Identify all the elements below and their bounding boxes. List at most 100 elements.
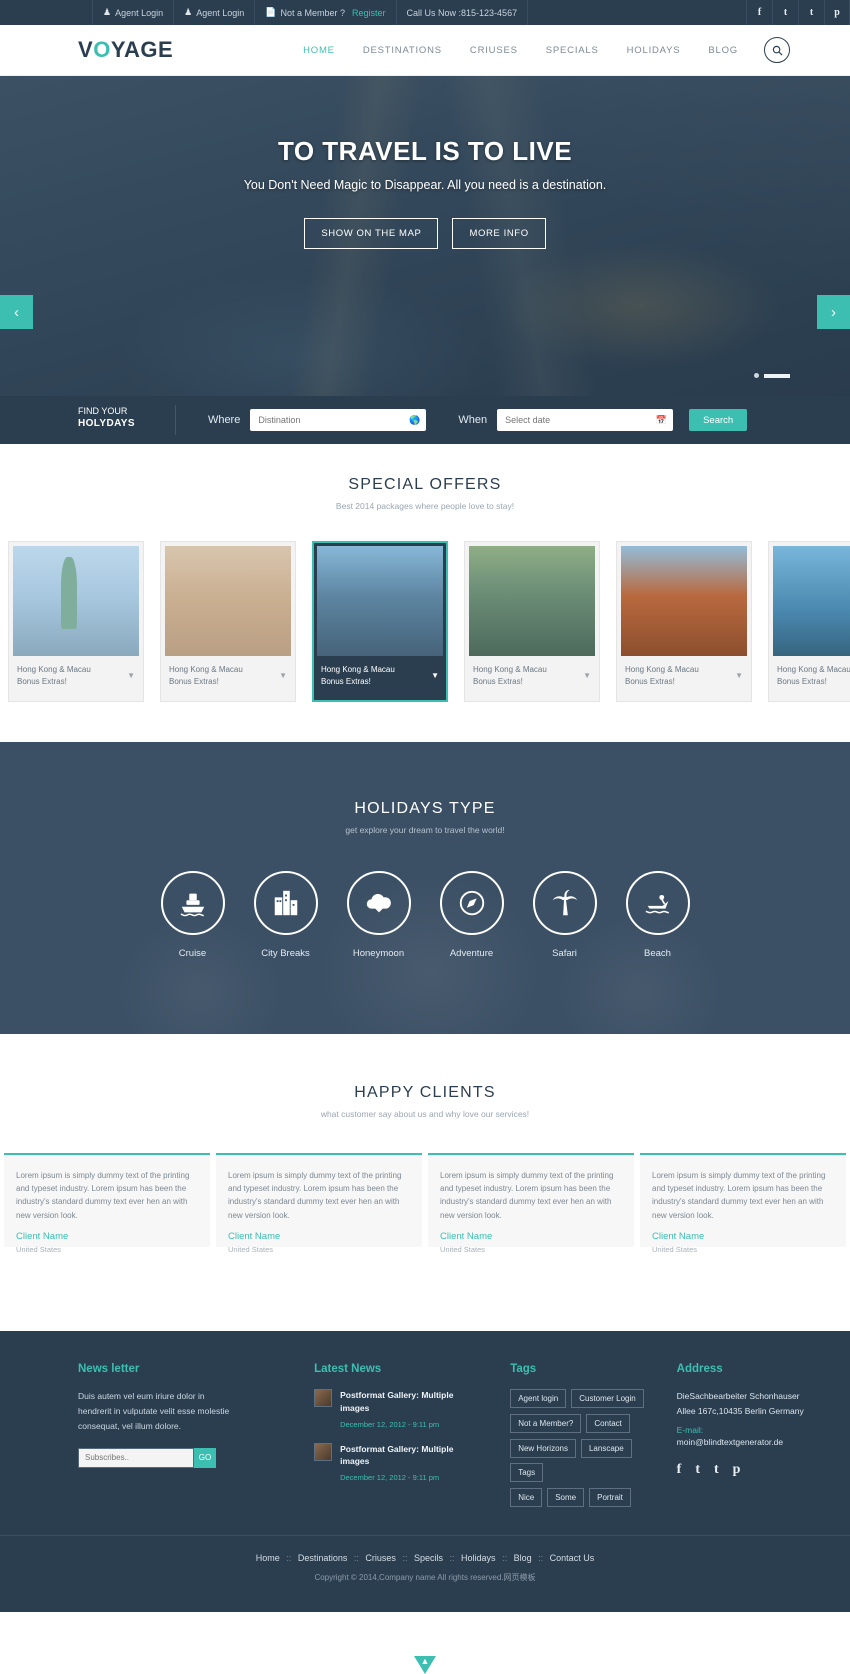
tag-item[interactable]: Not a Member?	[510, 1414, 582, 1433]
tag-item[interactable]: Nice	[510, 1488, 543, 1507]
tag-item[interactable]: Agent login	[510, 1389, 567, 1408]
holiday-type-label: Safari	[552, 948, 577, 959]
more-info-button[interactable]: MORE INFO	[452, 218, 546, 249]
offer-card[interactable]: Hong Kong & Macau Bonus Extras! ▼	[464, 541, 600, 702]
search-icon	[772, 45, 782, 55]
show-on-map-button[interactable]: SHOW ON THE MAP	[304, 218, 439, 249]
offer-name: Hong Kong & Macau	[321, 665, 395, 674]
tag-item[interactable]: Customer Login	[571, 1389, 644, 1408]
testimonial-name: Client Name	[652, 1230, 705, 1242]
adventure-circle	[439, 871, 504, 935]
twitter-icon[interactable]: t	[772, 0, 798, 25]
top-bar-links: ♟ Agent Login ♟ Agent Login 📄 Not a Memb…	[92, 0, 529, 25]
pinterest-icon[interactable]: p	[824, 0, 850, 25]
agent-login-2[interactable]: ♟ Agent Login	[173, 0, 256, 25]
top-bar: ♟ Agent Login ♟ Agent Login 📄 Not a Memb…	[0, 0, 850, 25]
holiday-type-honeymoon[interactable]: Honeymoon	[346, 871, 411, 959]
offer-card-active[interactable]: Hong Kong & Macau Bonus Extras! ▼	[312, 541, 448, 702]
when-field[interactable]: 📅	[497, 409, 674, 431]
register-link[interactable]: Register	[352, 8, 386, 18]
tag-item[interactable]: Contact	[586, 1414, 630, 1433]
nav-item-destinations[interactable]: DESTINATIONS	[363, 45, 442, 56]
chevron-down-icon[interactable]: ▼	[127, 671, 135, 680]
logo-part-2: YAGE	[110, 37, 174, 62]
tag-item[interactable]: Portrait	[589, 1488, 631, 1507]
footer-link-contact-us[interactable]: Contact Us	[550, 1553, 595, 1563]
chevron-down-icon[interactable]: ▼	[431, 671, 439, 680]
footer-link-home[interactable]: Home	[256, 1553, 280, 1563]
holiday-type-safari[interactable]: Safari	[532, 871, 597, 959]
facebook-icon[interactable]: f	[677, 1462, 682, 1478]
news-date: December 12, 2012 - 9:11 pm	[340, 1473, 440, 1482]
footer-link-destinations[interactable]: Destinations	[298, 1553, 348, 1563]
not-a-member[interactable]: 📄 Not a Member ? Register	[254, 0, 397, 25]
tumblr-icon[interactable]: t	[714, 1462, 719, 1478]
holidays-type-subtitle: get explore your dream to travel the wor…	[345, 825, 505, 835]
tags-title: Tags	[510, 1363, 537, 1375]
subscribe-input[interactable]	[78, 1447, 194, 1468]
nav-item-specials[interactable]: SPECIALS	[546, 45, 599, 56]
chevron-down-icon[interactable]: ▼	[279, 671, 287, 680]
offer-card[interactable]: Hong Kong & Macau Bonus Extras! ▼	[8, 541, 144, 702]
offer-text: Hong Kong & Macau Bonus Extras!	[625, 664, 699, 688]
holiday-type-adventure[interactable]: Adventure	[439, 871, 504, 959]
footer-link-blog[interactable]: Blog	[514, 1553, 532, 1563]
agent-login-1[interactable]: ♟ Agent Login	[92, 0, 175, 25]
twitter-icon[interactable]: t	[695, 1462, 700, 1478]
link-separator: ::	[538, 1553, 544, 1563]
nav-item-criuses[interactable]: CRIUSES	[470, 45, 518, 56]
call-us-now: Call Us Now :815-123-4567	[395, 0, 529, 25]
tag-item[interactable]: New Horizons	[510, 1439, 576, 1458]
calendar-icon[interactable]: 📅	[656, 415, 667, 426]
logo-part-o: O	[93, 37, 111, 62]
tag-item[interactable]: Lanscape	[580, 1439, 632, 1458]
hero-dot-active[interactable]	[764, 373, 790, 378]
site-header: VOYAGE HOME DESTINATIONS CRIUSES SPECIAL…	[0, 25, 850, 76]
hero-dot[interactable]	[754, 373, 759, 378]
find-your-holidays-label: FIND YOUR HOLYDAYS	[78, 405, 176, 435]
testimonial-text: Lorem ipsum is simply dummy text of the …	[440, 1171, 614, 1220]
chevron-down-icon[interactable]: ▼	[735, 671, 743, 680]
nav-item-blog[interactable]: BLOG	[708, 45, 738, 56]
nav-item-holidays[interactable]: HOLIDAYS	[627, 45, 681, 56]
site-footer: News letter Duis autem vel eum iriure do…	[0, 1331, 850, 1674]
search-submit-button[interactable]: Search	[689, 409, 748, 431]
where-field[interactable]: 🌎	[250, 409, 427, 431]
date-input[interactable]	[497, 409, 674, 431]
chevron-down-icon[interactable]: ▼	[583, 671, 591, 680]
back-to-top-button[interactable]: ▲	[414, 1656, 436, 1674]
footer-link-criuses[interactable]: Criuses	[365, 1553, 396, 1563]
testimonial-card: Lorem ipsum is simply dummy text of the …	[216, 1153, 422, 1254]
email-value[interactable]: moin@blindtextgenerator.de	[677, 1435, 850, 1450]
agent-login-label: Agent Login	[115, 7, 164, 18]
destination-input[interactable]	[250, 409, 427, 431]
nav-item-home[interactable]: HOME	[303, 45, 335, 56]
tag-item[interactable]: Some	[547, 1488, 585, 1507]
news-item[interactable]: Postformat Gallery: Multiple images Dece…	[314, 1389, 468, 1429]
subscribe-go-button[interactable]: GO	[194, 1447, 216, 1468]
news-title: Postformat Gallery: Multiple images	[340, 1443, 454, 1467]
tag-item[interactable]: Tags	[510, 1463, 544, 1482]
hero-prev-arrow[interactable]: ‹	[0, 295, 33, 329]
offer-card[interactable]: Hong Kong & Macau Bonus Extras! ▼	[160, 541, 296, 702]
holiday-type-beach[interactable]: Beach	[625, 871, 690, 959]
beach-circle	[625, 871, 690, 935]
facebook-icon[interactable]: f	[746, 0, 772, 25]
holiday-type-cruise[interactable]: Cruise	[160, 871, 225, 959]
search-toggle-button[interactable]	[764, 37, 790, 63]
newsletter-text: Duis autem vel eum iriure dolor in hendr…	[78, 1391, 230, 1431]
offers-carousel: Hong Kong & Macau Bonus Extras! ▼ Hong K…	[0, 541, 850, 702]
tumblr-icon[interactable]: t	[798, 0, 824, 25]
offer-card[interactable]: Hong Kong & Macau Bonus Extras! ▼	[768, 541, 850, 702]
pinterest-icon[interactable]: p	[733, 1462, 741, 1478]
offer-card[interactable]: Hong Kong & Macau Bonus Extras! ▼	[616, 541, 752, 702]
holiday-type-city-breaks[interactable]: City Breaks	[253, 871, 318, 959]
hero-next-arrow[interactable]: ›	[817, 295, 850, 329]
testimonial-country: United States	[440, 1244, 486, 1254]
footer-link-specils[interactable]: Specils	[414, 1553, 443, 1563]
footer-link-holidays[interactable]: Holidays	[461, 1553, 496, 1563]
news-item[interactable]: Postformat Gallery: Multiple images Dece…	[314, 1442, 468, 1482]
offer-text: Hong Kong & Macau Bonus Extras!	[169, 664, 243, 688]
logo[interactable]: VOYAGE	[78, 37, 173, 63]
special-offers-title: SPECIAL OFFERS	[348, 476, 502, 493]
